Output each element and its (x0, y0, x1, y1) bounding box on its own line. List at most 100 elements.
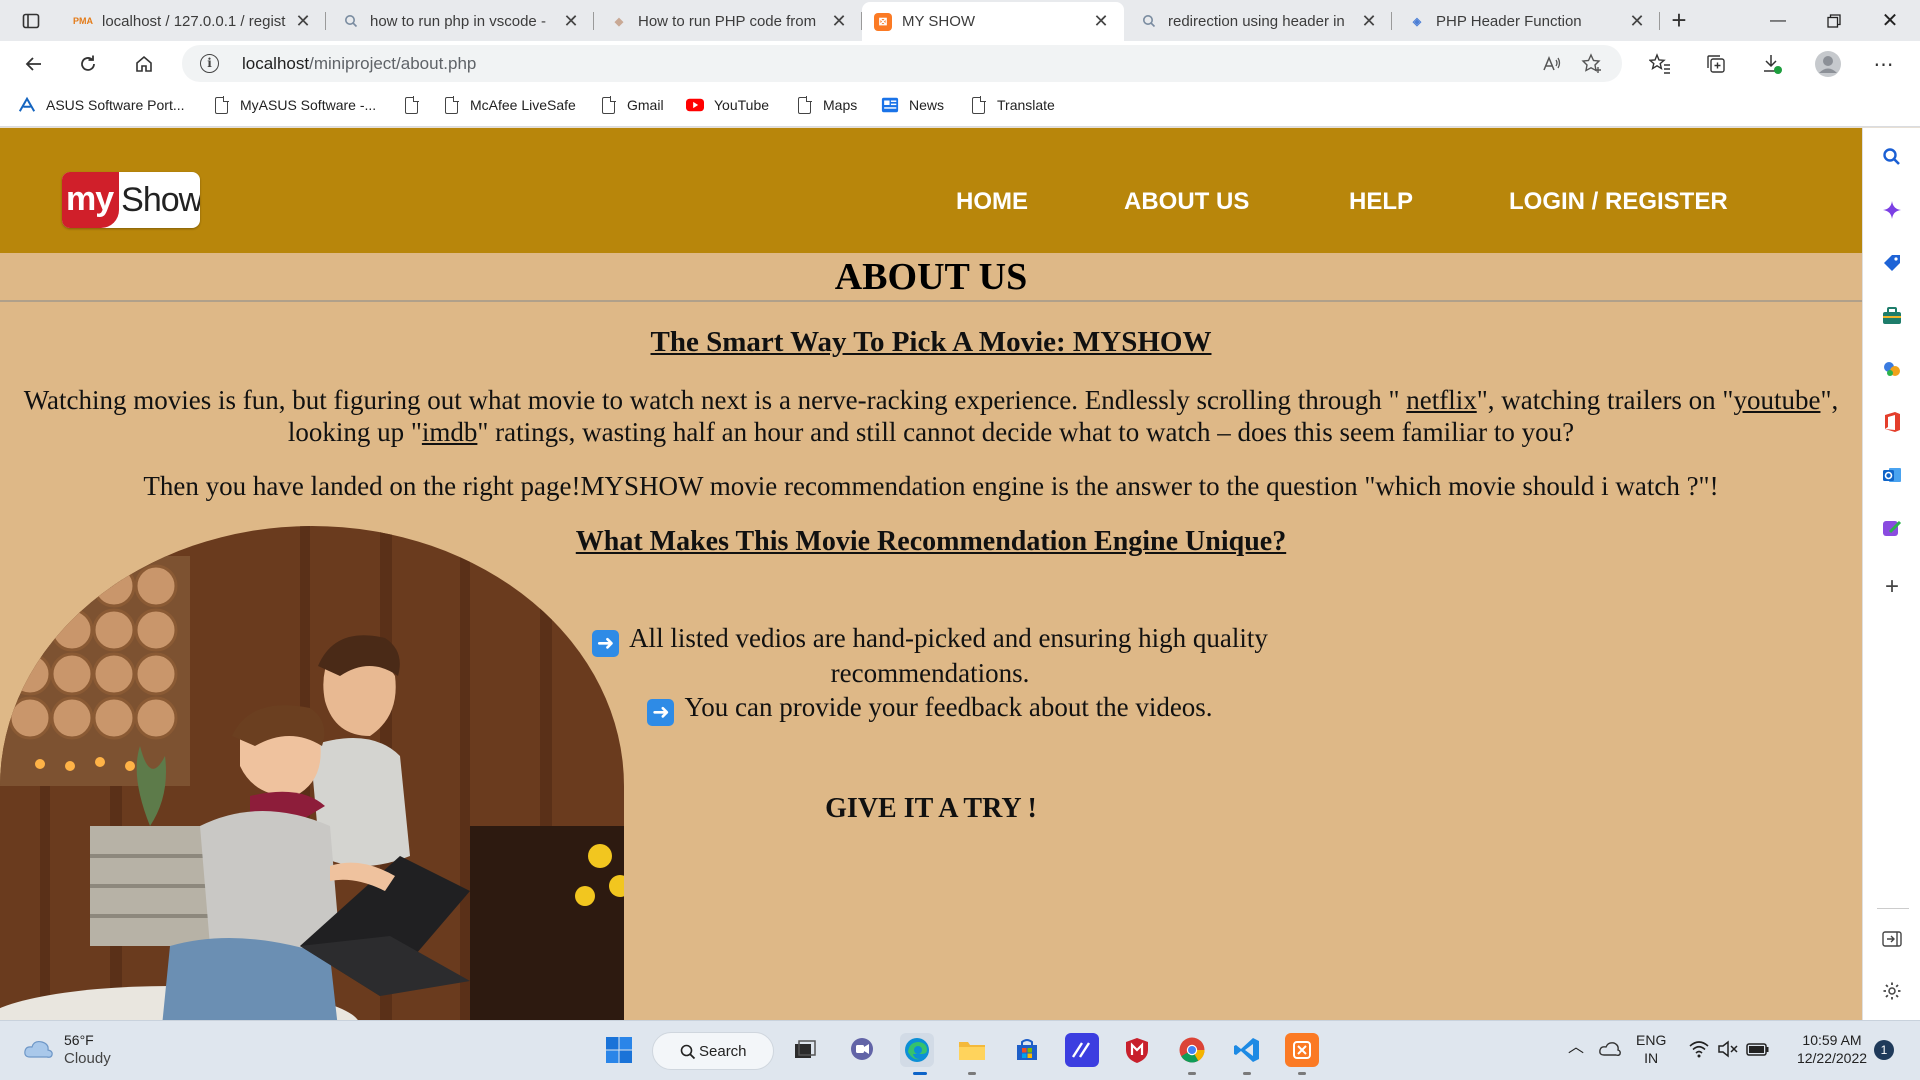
notification-badge[interactable]: 1 (1874, 1040, 1894, 1060)
close-icon[interactable]: ✕ (828, 11, 850, 32)
language-indicator[interactable]: ENG IN (1636, 1031, 1666, 1067)
refresh-icon[interactable] (72, 48, 104, 80)
volume-muted-icon[interactable] (1717, 1040, 1739, 1063)
back-icon[interactable] (18, 48, 50, 80)
nav-home[interactable]: HOME (956, 188, 1028, 216)
tab-redirection[interactable]: redirection using header in ✕ (1128, 4, 1392, 38)
nav-login-register[interactable]: LOGIN / REGISTER (1509, 188, 1728, 216)
microsoft-store-icon[interactable] (1010, 1033, 1044, 1067)
onedrive-cloud-icon[interactable] (1598, 1039, 1622, 1064)
favorite-youtube[interactable]: YouTube (686, 96, 769, 114)
favorite-translate[interactable]: Translate (969, 95, 1055, 114)
page-icon (442, 95, 460, 114)
collections-icon[interactable] (1700, 48, 1732, 80)
netflix-link[interactable]: netflix (1406, 385, 1476, 415)
myshow-logo[interactable]: my Show (62, 172, 200, 228)
favorite-myasus[interactable]: MyASUS Software -... (212, 95, 376, 114)
favorite-label: Maps (823, 97, 858, 113)
settings-gear-icon[interactable] (1879, 978, 1905, 1004)
close-icon[interactable]: ✕ (1358, 11, 1380, 32)
feature-text: You can provide your feedback about the … (684, 692, 1213, 722)
tab-title: redirection using header in (1168, 12, 1345, 30)
weather-temp[interactable]: 56°F (64, 1031, 94, 1049)
copilot-sparkle-icon[interactable] (1879, 197, 1905, 223)
new-tab-button[interactable]: + (1664, 6, 1694, 36)
close-icon[interactable]: ✕ (560, 11, 582, 32)
tab-php-header[interactable]: ◈ PHP Header Function ✕ (1396, 4, 1660, 38)
downloads-icon[interactable] (1756, 48, 1788, 80)
landing-paragraph: Then you have landed on the right page!M… (143, 471, 1719, 501)
hide-sidebar-icon[interactable] (1879, 926, 1905, 952)
site-header: my Show HOME ABOUT US HELP LOGIN / REGIS… (0, 128, 1862, 253)
asus-icon (18, 96, 36, 114)
mcafee-icon[interactable] (1120, 1033, 1154, 1067)
restore-button[interactable] (1806, 0, 1862, 41)
url-path: /miniproject/about.php (309, 54, 477, 73)
home-icon[interactable] (128, 48, 160, 80)
file-explorer-icon[interactable] (955, 1033, 989, 1067)
nav-about-us[interactable]: ABOUT US (1124, 188, 1249, 216)
favorite-mcafee[interactable]: McAfee LiveSafe (442, 95, 576, 114)
favorite-label: McAfee LiveSafe (470, 97, 576, 113)
read-aloud-icon[interactable] (1540, 52, 1564, 76)
teams-chat-icon[interactable] (845, 1033, 879, 1067)
url-text[interactable]: localhost/miniproject/about.php (242, 54, 476, 74)
task-view-icon[interactable] (788, 1033, 822, 1067)
cloud-weather-icon (22, 1037, 54, 1066)
tab-search-vscode[interactable]: how to run php in vscode - ✕ (330, 4, 594, 38)
taskbar-search[interactable]: Search (652, 1032, 774, 1070)
tab-actions-icon[interactable] (14, 8, 48, 34)
designer-icon[interactable] (1879, 515, 1905, 541)
youtube-link[interactable]: youtube (1733, 385, 1820, 415)
imdb-link[interactable]: imdb (422, 417, 478, 447)
close-icon[interactable]: ✕ (292, 11, 314, 32)
tools-briefcase-icon[interactable] (1879, 303, 1905, 329)
favorite-blank[interactable] (402, 95, 430, 114)
nav-help[interactable]: HELP (1349, 188, 1413, 216)
youtube-icon (686, 96, 704, 114)
logo-part-show: Show (121, 180, 200, 219)
start-windows-icon[interactable] (602, 1033, 636, 1067)
office-icon[interactable] (1879, 409, 1905, 435)
chevron-up-icon[interactable]: ︿ (1568, 1039, 1584, 1057)
page-icon (599, 95, 617, 114)
feature-item: ➜ You can provide your feedback about the… (580, 691, 1280, 726)
bookmark-icon: ◆ (614, 15, 624, 28)
wifi-icon[interactable] (1688, 1040, 1710, 1063)
favorite-asus[interactable]: ASUS Software Port... (18, 96, 185, 114)
favorite-maps[interactable]: Maps (795, 95, 858, 114)
vscode-icon[interactable] (1230, 1033, 1264, 1067)
close-window-button[interactable]: ✕ (1862, 0, 1918, 41)
add-favorite-icon[interactable] (1580, 52, 1604, 76)
intro-text: ", watching trailers on " (1476, 385, 1734, 415)
favorites-icon[interactable] (1644, 48, 1676, 80)
edge-sidebar: + (1862, 128, 1920, 1020)
add-sidebar-app-icon[interactable]: + (1879, 573, 1905, 600)
intro-paragraph: Watching movies is fun, but figuring out… (8, 384, 1854, 448)
minimize-button[interactable]: — (1750, 0, 1806, 41)
tab-phpmyadmin[interactable]: PMA localhost / 127.0.0.1 / regist ✕ (62, 4, 326, 38)
close-icon[interactable]: ✕ (1090, 11, 1112, 32)
more-menu-icon[interactable]: ⋯ (1868, 48, 1900, 80)
lang-region: IN (1644, 1050, 1659, 1066)
battery-icon[interactable] (1746, 1040, 1770, 1063)
games-icon[interactable] (1879, 356, 1905, 382)
xampp-icon[interactable] (1285, 1033, 1319, 1067)
clock[interactable]: 10:59 AM 12/22/2022 (1782, 1031, 1882, 1067)
tab-my-show[interactable]: ⊠ MY SHOW ✕ (862, 2, 1124, 41)
shopping-tag-icon[interactable] (1879, 250, 1905, 276)
close-icon[interactable]: ✕ (1626, 11, 1648, 32)
profile-avatar[interactable] (1812, 48, 1844, 80)
address-bar[interactable]: i localhost/miniproject/about.php (182, 45, 1622, 82)
edge-browser-icon[interactable] (900, 1033, 934, 1067)
outlook-icon[interactable] (1879, 462, 1905, 488)
tab-run-php[interactable]: ◆ How to run PHP code from ✕ (598, 4, 862, 38)
chrome-icon[interactable] (1175, 1033, 1209, 1067)
site-info-icon[interactable]: i (200, 54, 219, 73)
favorite-news[interactable]: News (881, 96, 944, 114)
editor-app-icon[interactable] (1065, 1033, 1099, 1067)
weather-condition[interactable]: Cloudy (64, 1050, 111, 1068)
favorite-gmail[interactable]: Gmail (599, 95, 664, 114)
search-icon[interactable] (1879, 144, 1905, 170)
page-icon (212, 95, 230, 114)
